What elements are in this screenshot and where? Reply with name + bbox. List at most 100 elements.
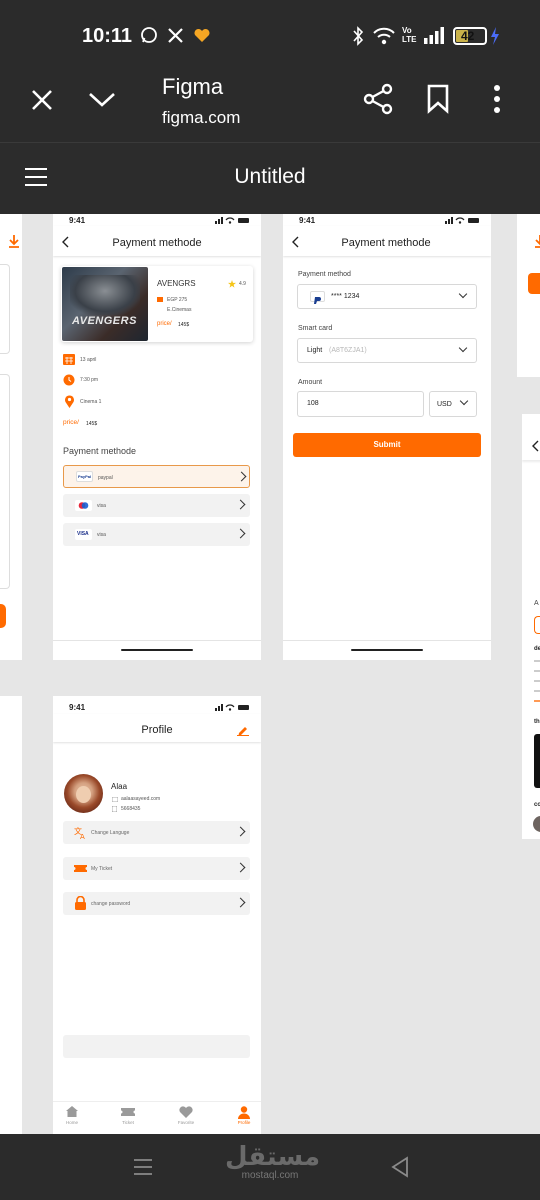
paypal-badge: PayPal xyxy=(78,474,92,479)
movie-card[interactable]: AVENGERS AVENGRS 4.9 EGP 275 E.Cinemas p… xyxy=(61,266,253,342)
menu-item-label: My Ticket xyxy=(91,866,113,872)
chevron-right-icon xyxy=(235,897,246,908)
watermark-text: مستقل xyxy=(225,1141,321,1171)
section-title-payment: Payment methode xyxy=(63,446,137,456)
smart-card-select[interactable]: Light (A8T6ZJA1) xyxy=(297,338,477,363)
fragment-text-de: de xyxy=(534,646,540,652)
frame-payment-method-list[interactable]: 9:41 Payment methode AVENGERS AVENGRS 4.… xyxy=(53,214,261,660)
smart-card-value: Light xyxy=(307,347,323,354)
tab-profile[interactable]: Profile xyxy=(233,1106,255,1132)
signal-icon xyxy=(424,27,444,44)
tab-home[interactable]: Home xyxy=(61,1106,83,1132)
home-indicator xyxy=(351,649,423,651)
more-vertical-icon[interactable] xyxy=(492,84,502,114)
movie-cinema: E.Cinemas xyxy=(167,307,192,313)
tab-label: Profile xyxy=(237,1120,251,1125)
watermark-sub: mostaql.com xyxy=(241,1170,299,1181)
partial-orange-button[interactable] xyxy=(0,604,6,628)
frame-left-partial[interactable] xyxy=(0,214,22,660)
tab-ticket[interactable]: Ticket xyxy=(117,1106,139,1132)
tab-label: Home xyxy=(65,1120,78,1125)
tab-favorite[interactable]: Favorite xyxy=(173,1106,199,1132)
calendar-icon xyxy=(63,354,75,365)
lock-icon xyxy=(75,896,86,910)
payment-option-mastercard[interactable]: visa xyxy=(63,494,250,517)
show-time: 7:30 pm xyxy=(80,377,99,383)
charging-icon xyxy=(491,27,499,45)
menu-item-change-language[interactable]: 文A Change Languge xyxy=(63,821,250,844)
browser-url: figma.com xyxy=(162,108,241,127)
fragment-text-co: co xyxy=(534,802,540,808)
frame-left-partial-2[interactable] xyxy=(0,696,22,1134)
movie-name: AVENGRS xyxy=(157,279,196,288)
menu-item-label: Change Languge xyxy=(91,830,130,836)
payment-option-label: paypal xyxy=(98,475,113,481)
profile-menu: 文A Change Languge My Ticket change passw… xyxy=(53,696,261,1134)
show-cinema: Cinema 1 xyxy=(80,399,102,405)
fragment-text-a: A xyxy=(534,600,539,607)
wifi-icon xyxy=(373,27,395,45)
figma-canvas[interactable]: 9:41 Payment methode AVENGERS AVENGRS 4.… xyxy=(0,214,540,1134)
tab-label: Ticket xyxy=(122,1120,134,1125)
frame-right-partial-top[interactable] xyxy=(517,214,540,377)
browser-page-title: Figma xyxy=(162,74,224,99)
currency-select[interactable]: USD xyxy=(429,391,477,417)
bottom-tab-bar: Home Ticket Favorite Profile xyxy=(53,1101,261,1134)
partial-orange-button[interactable] xyxy=(528,273,540,294)
app-heart-icon xyxy=(194,28,210,42)
smart-card-hint: (A8T6ZJA1) xyxy=(329,347,367,354)
mastercard-logo-icon xyxy=(75,500,92,511)
battery-indicator: 42 xyxy=(453,27,487,45)
payment-method-label: Payment method xyxy=(298,271,351,278)
chevron-right-icon xyxy=(236,471,247,482)
heart-icon xyxy=(179,1106,193,1118)
visa-logo-icon: VISA xyxy=(75,529,92,540)
menu-item-change-password[interactable]: change password xyxy=(63,892,250,915)
frame-payment-form[interactable]: 9:41 Payment methode Payment method ****… xyxy=(283,214,491,660)
movie-poster: AVENGERS xyxy=(62,267,148,341)
share-icon[interactable] xyxy=(362,83,394,115)
movie-price-label: price/ xyxy=(157,321,172,327)
status-bar: 10:11 Vo LTE 42 xyxy=(0,0,540,70)
close-icon[interactable] xyxy=(30,88,54,112)
network-type: Vo LTE xyxy=(402,26,417,44)
amount-input[interactable]: 108 xyxy=(297,391,424,417)
frame-time: 9:41 xyxy=(299,216,316,225)
translate-icon: 文A xyxy=(74,826,85,839)
recent-apps-icon[interactable] xyxy=(133,1158,153,1176)
submit-button[interactable]: Submit xyxy=(293,433,481,457)
status-time: 10:11 xyxy=(82,25,133,47)
paypal-logo-icon xyxy=(310,291,325,304)
movie-rating: 4.9 xyxy=(239,281,246,287)
movie-price-value: 145$ xyxy=(178,322,190,328)
movie-ticket-price: EGP 275 xyxy=(167,297,188,303)
payment-option-visa[interactable]: VISA visa xyxy=(63,523,250,546)
payment-method-select[interactable]: **** 1234 xyxy=(297,284,477,309)
submit-button-label: Submit xyxy=(373,440,401,449)
show-date: 13 april xyxy=(80,357,97,363)
whatsapp-icon xyxy=(141,27,157,43)
chevron-down-icon xyxy=(458,289,468,299)
back-arrow-icon[interactable] xyxy=(532,440,540,452)
avatar xyxy=(533,816,540,832)
fragment-text-th: th xyxy=(534,719,540,725)
chevron-down-icon[interactable] xyxy=(88,90,116,110)
user-icon xyxy=(238,1106,250,1119)
price-label: price/ xyxy=(63,419,79,426)
chevron-right-icon xyxy=(235,862,246,873)
price-value: 145$ xyxy=(86,421,98,427)
back-triangle-icon[interactable] xyxy=(390,1156,410,1178)
frame-right-partial-bottom[interactable]: A de th co xyxy=(522,414,540,839)
watermark-logo: مستقل mostaql.com xyxy=(225,1141,321,1192)
bookmark-icon[interactable] xyxy=(426,84,450,114)
currency-value: USD xyxy=(437,401,452,408)
chevron-right-icon xyxy=(235,499,246,510)
menu-item-my-ticket[interactable]: My Ticket xyxy=(63,857,250,880)
ticket-icon xyxy=(74,865,87,872)
download-icon xyxy=(9,235,19,248)
payment-option-label: visa xyxy=(97,532,106,538)
chevron-right-icon xyxy=(235,528,246,539)
frame-title: Payment methode xyxy=(112,237,202,249)
mini-status-icons xyxy=(215,217,249,224)
payment-option-paypal[interactable]: PayPal paypal xyxy=(63,465,250,488)
